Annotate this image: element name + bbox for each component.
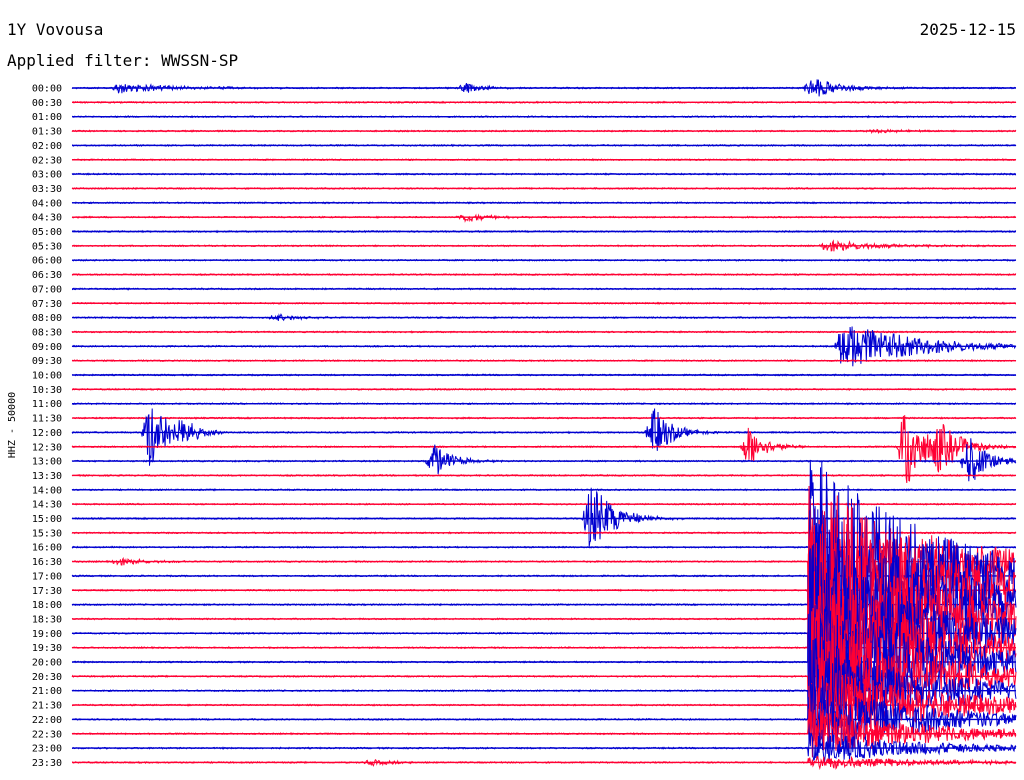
row-time-label: 07:00 xyxy=(32,284,62,295)
row-time-label: 11:00 xyxy=(32,399,62,410)
trace-row-12:30 xyxy=(71,415,1017,484)
row-time-label: 19:30 xyxy=(32,643,62,654)
row-time-label: 12:00 xyxy=(32,428,62,439)
row-time-label: 13:00 xyxy=(32,457,62,468)
row-time-label: 06:30 xyxy=(32,270,62,281)
row-time-label: 23:00 xyxy=(32,744,62,755)
row-time-label: 19:00 xyxy=(32,629,62,640)
row-time-label: 08:30 xyxy=(32,327,62,338)
trace-row-23:30 xyxy=(71,755,1017,771)
row-time-label: 21:00 xyxy=(32,686,62,697)
trace-row-23:00 xyxy=(71,732,1017,763)
time-labels: 00:00 00:30 01:00 01:30 02:00 02:30 03:00 03:30… xyxy=(32,84,62,769)
row-time-label: 15:30 xyxy=(32,528,62,539)
row-time-label: 20:00 xyxy=(32,658,62,669)
row-time-label: 00:00 xyxy=(32,84,62,95)
row-time-label: 22:00 xyxy=(32,715,62,726)
row-time-label: 09:30 xyxy=(32,356,62,367)
row-time-label: 02:00 xyxy=(32,141,62,152)
row-time-label: 20:30 xyxy=(32,672,62,683)
row-time-label: 10:00 xyxy=(32,371,62,382)
row-time-label: 10:30 xyxy=(32,385,62,396)
trace-row-01:30 xyxy=(71,128,1017,135)
row-time-label: 17:00 xyxy=(32,571,62,582)
row-time-label: 23:30 xyxy=(32,758,62,769)
row-time-label: 12:30 xyxy=(32,442,62,453)
row-time-label: 14:00 xyxy=(32,485,62,496)
row-time-label: 09:00 xyxy=(32,342,62,353)
y-axis-label: HHZ - 50000 xyxy=(7,392,18,458)
trace-row-00:00 xyxy=(71,79,1016,97)
row-time-label: 04:30 xyxy=(32,213,62,224)
row-time-label: 05:00 xyxy=(32,227,62,238)
row-time-label: 16:00 xyxy=(32,543,62,554)
row-time-label: 01:00 xyxy=(32,112,62,123)
trace-lines xyxy=(71,79,1017,771)
row-time-label: 04:00 xyxy=(32,198,62,209)
row-time-label: 22:30 xyxy=(32,729,62,740)
row-time-label: 21:30 xyxy=(32,701,62,712)
row-time-label: 00:30 xyxy=(32,98,62,109)
row-time-label: 03:30 xyxy=(32,184,62,195)
row-time-label: 02:30 xyxy=(32,155,62,166)
row-time-label: 06:00 xyxy=(32,256,62,267)
trace-row-08:00 xyxy=(72,313,1017,322)
row-time-label: 13:30 xyxy=(32,471,62,482)
row-time-label: 18:30 xyxy=(32,614,62,625)
row-time-label: 17:30 xyxy=(32,586,62,597)
row-time-label: 14:30 xyxy=(32,500,62,511)
row-time-label: 08:00 xyxy=(32,313,62,324)
row-time-label: 07:30 xyxy=(32,299,62,310)
trace-row-04:30 xyxy=(71,213,1017,223)
row-time-label: 11:30 xyxy=(32,414,62,425)
seismogram-chart: 00:00 00:30 01:00 01:30 02:00 02:30 03:00 03:30… xyxy=(7,79,1017,771)
row-time-label: 16:30 xyxy=(32,557,62,568)
row-time-label: 03:00 xyxy=(32,170,62,181)
row-time-label: 15:00 xyxy=(32,514,62,525)
row-time-label: 05:30 xyxy=(32,241,62,252)
row-time-label: 18:00 xyxy=(32,600,62,611)
row-time-label: 01:30 xyxy=(32,127,62,138)
